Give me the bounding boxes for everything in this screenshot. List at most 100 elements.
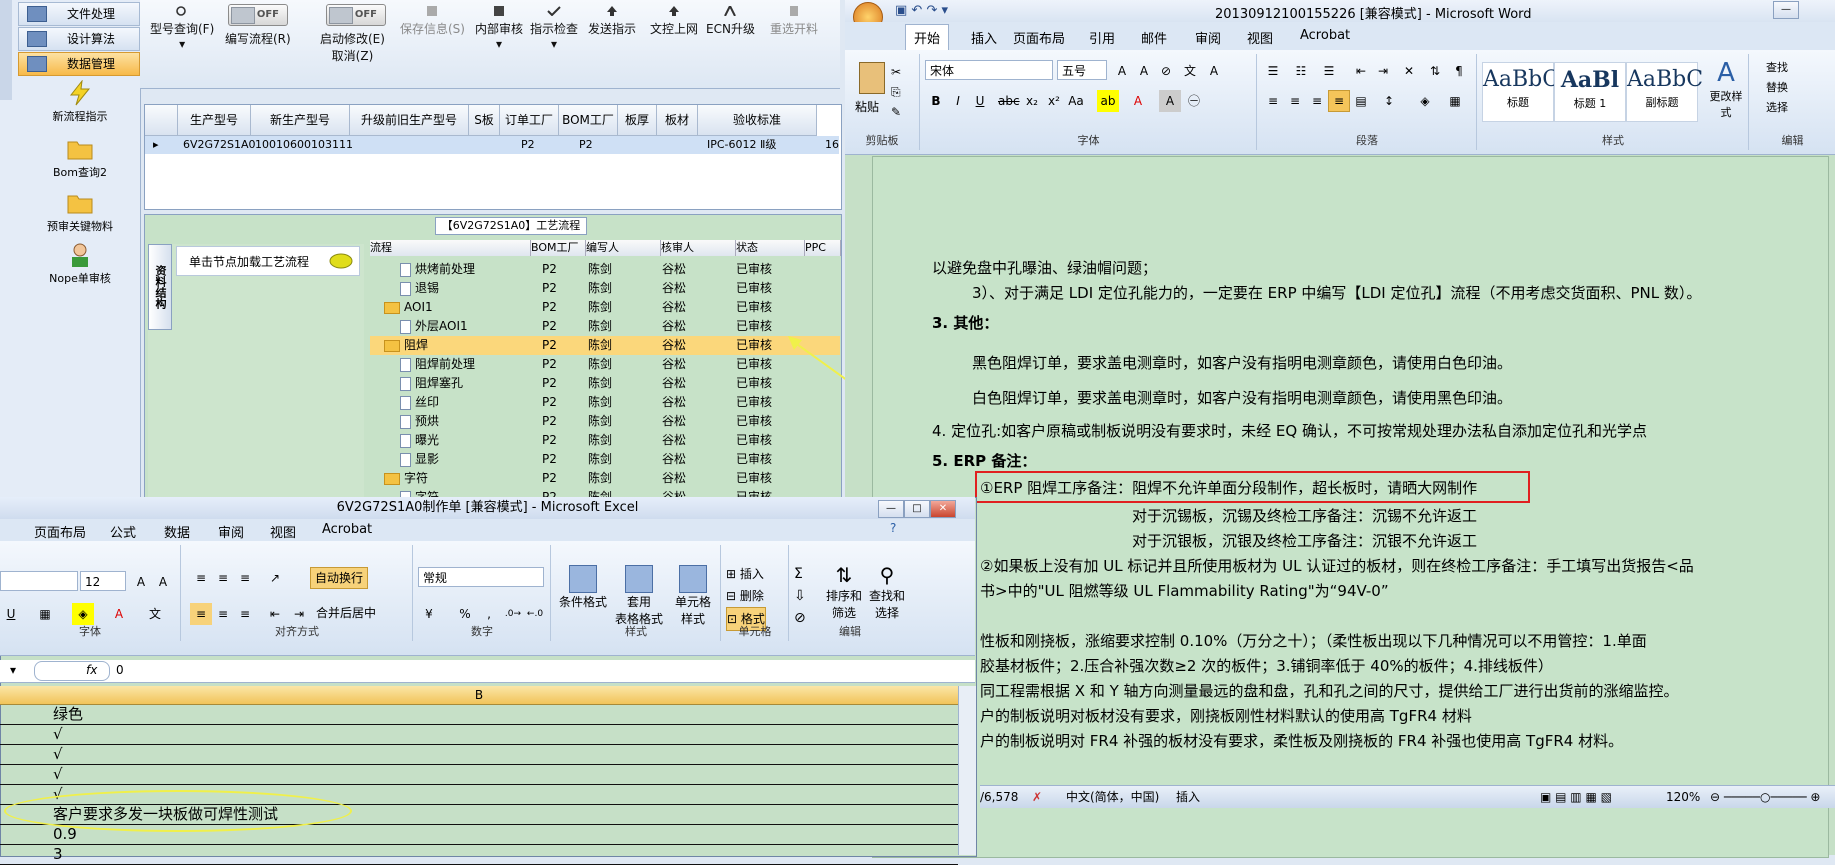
tree-row[interactable]: AOI1 P2 陈剑 谷松 已审核 — [370, 298, 840, 317]
decrease-indent-icon[interactable]: ⇤ — [1350, 60, 1372, 82]
tree-row[interactable]: 曝光 P2 陈剑 谷松 已审核 — [370, 431, 840, 450]
internal-review-button[interactable]: 内部审核 ▾ — [475, 6, 523, 51]
maximize-button[interactable]: □ — [904, 500, 930, 518]
new-flow-tool[interactable]: 新流程指示 — [38, 80, 122, 124]
vertical-scrollbar[interactable] — [958, 686, 976, 855]
bullets-icon[interactable]: ☰ — [1262, 60, 1284, 82]
font-name-box[interactable] — [0, 571, 78, 591]
sheet-row[interactable]: √ — [0, 745, 958, 765]
italic-icon[interactable]: I — [947, 90, 969, 112]
style-subtitle[interactable]: AaBbC 副标题 — [1626, 62, 1703, 122]
sum-icon[interactable]: Σ ⇩ ⊘ — [794, 563, 806, 629]
align-middle-icon[interactable]: ≡ — [212, 567, 234, 589]
numbering-icon[interactable]: ☷ — [1290, 60, 1312, 82]
tab-mailings[interactable]: 邮件 — [1141, 28, 1167, 47]
grid-header[interactable]: 板材 — [657, 105, 698, 136]
shrink-font-icon[interactable]: A — [152, 571, 174, 593]
minimize-button[interactable]: — — [1773, 1, 1799, 19]
shading-icon[interactable]: ◈ — [1414, 90, 1436, 112]
tab-data[interactable]: 数据 — [164, 522, 190, 541]
tree-header[interactable]: BOM工厂 — [531, 240, 586, 256]
align-center-icon[interactable]: ≡ — [212, 603, 234, 625]
strikethrough-icon[interactable]: abc — [997, 90, 1020, 112]
char-shading-icon[interactable]: A — [1159, 90, 1181, 112]
insert-button[interactable]: ⊞ 插入 — [726, 563, 766, 585]
percent-button[interactable]: % — [454, 603, 476, 625]
border-icon[interactable]: ▦ — [34, 603, 56, 625]
edit-flow-toggle[interactable]: OFF — [228, 4, 288, 26]
sheet-row[interactable]: 绿色 — [0, 705, 958, 725]
underline-icon[interactable]: U — [0, 603, 22, 625]
increase-indent-icon[interactable]: ⇥ — [1372, 60, 1394, 82]
function-box[interactable] — [34, 661, 110, 681]
tab-review[interactable]: 审阅 — [1195, 28, 1221, 47]
table-row[interactable]: ▸ 6V2G72S1A0 10010600103111 P2 P2 IPC-60… — [145, 136, 839, 154]
view-buttons[interactable]: ▣ ▤ ▥ ▦ ▧ — [1540, 786, 1612, 808]
quick-access-toolbar[interactable]: ▣ ↶ ↷ ▾ — [895, 3, 948, 18]
cancel-label[interactable]: 取消(Z) — [332, 49, 374, 63]
grid-header[interactable]: 升级前旧生产型号 — [350, 105, 469, 136]
find-select-button[interactable]: ⚲ 查找和 选择 — [866, 563, 908, 621]
help-icon[interactable]: ? — [890, 521, 896, 535]
highlight-icon[interactable]: ab — [1097, 90, 1119, 112]
sheet-row[interactable]: 3 — [0, 845, 958, 865]
formula-input[interactable]: 0 — [116, 663, 124, 677]
conditional-format-button[interactable]: 条件格式 — [558, 565, 608, 610]
model-query-button[interactable]: 型号查询(F) ▾ — [150, 6, 214, 51]
underline-icon[interactable]: U — [969, 90, 991, 112]
load-flow-hint[interactable]: 单击节点加载工艺流程 — [176, 246, 360, 276]
nope-review-tool[interactable]: Nope单审核 — [38, 242, 122, 286]
char-border-icon[interactable]: A — [1203, 60, 1225, 82]
font-color-icon[interactable]: A — [1127, 90, 1149, 112]
editing-buttons[interactable]: 查找 替换 选择 — [1766, 58, 1788, 118]
font-name-box[interactable]: 宋体 — [925, 60, 1053, 80]
tab-acrobat[interactable]: Acrobat — [1300, 28, 1350, 43]
font-color-icon[interactable]: A — [108, 603, 130, 625]
borders-icon[interactable]: ▦ — [1444, 90, 1466, 112]
clear-format-icon[interactable]: ⊘ — [1155, 60, 1177, 82]
asian-layout-icon[interactable]: ✕ — [1398, 60, 1420, 82]
decrease-indent-icon[interactable]: ⇤ — [264, 603, 286, 625]
style-heading1[interactable]: AaBl 标题 1 — [1554, 62, 1626, 122]
superscript-icon[interactable]: x² — [1043, 90, 1065, 112]
font-size-box[interactable]: 五号 — [1057, 60, 1107, 80]
find-button[interactable]: 查找 — [1766, 61, 1788, 74]
tree-row[interactable]: 预烘 P2 陈剑 谷松 已审核 — [370, 412, 840, 431]
enclosed-char-icon[interactable]: ㊀ — [1183, 90, 1205, 112]
line-spacing-icon[interactable]: ↕ — [1378, 90, 1400, 112]
tree-row[interactable]: 字符 P2 陈剑 谷松 已审核 — [370, 469, 840, 488]
minimize-button[interactable]: — — [878, 500, 904, 518]
align-left-icon[interactable]: ≡ — [190, 603, 212, 625]
tree-header[interactable]: PPC — [805, 240, 841, 256]
tree-row[interactable]: 阻焊前处理 P2 陈剑 谷松 已审核 — [370, 355, 840, 374]
tree-row[interactable]: 退锡 P2 陈剑 谷松 已审核 — [370, 279, 840, 298]
zoom-level[interactable]: 120% — [1666, 786, 1700, 808]
change-styles-button[interactable]: A 更改样式 — [1706, 58, 1746, 120]
nav-file-processing[interactable]: 文件处理 — [18, 2, 140, 26]
wrap-text-button[interactable]: 自动换行 — [310, 567, 369, 589]
text-upload-button[interactable]: 文控上网 — [650, 6, 698, 37]
grid-header[interactable]: 订单工厂 — [500, 105, 559, 136]
tree-header[interactable]: 核审人 — [661, 240, 736, 256]
tab-home[interactable]: 开始 — [905, 24, 950, 50]
paste-button[interactable]: 粘贴 — [855, 98, 879, 115]
font-size-box[interactable]: 12 — [80, 571, 126, 591]
tab-view[interactable]: 视图 — [270, 522, 296, 541]
justify-icon[interactable]: ≡ — [1328, 90, 1350, 112]
grid-header[interactable]: 生产型号 — [178, 105, 251, 136]
tab-page-layout[interactable]: 页面布局 — [1013, 28, 1065, 47]
increase-indent-icon[interactable]: ⇥ — [288, 603, 310, 625]
shrink-font-icon[interactable]: A — [1133, 60, 1155, 82]
phonetic-icon[interactable]: 文 — [144, 603, 166, 625]
select-button[interactable]: 选择 — [1766, 101, 1788, 114]
align-bottom-icon[interactable]: ≡ — [234, 567, 256, 589]
tab-page-layout[interactable]: 页面布局 — [34, 522, 86, 541]
fx-icon[interactable]: fx — [86, 663, 97, 677]
save-info-button[interactable]: 保存信息(S) — [400, 6, 465, 37]
proofing-icon[interactable]: ✗ — [1032, 786, 1042, 808]
send-instruction-button[interactable]: 发送指示 — [588, 6, 636, 37]
tab-view[interactable]: 视图 — [1247, 28, 1273, 47]
sheet-row[interactable]: √ — [0, 725, 958, 745]
instruction-check-button[interactable]: 指示检查 ▾ — [530, 6, 578, 51]
bom-query-tool[interactable]: Bom查询2 — [38, 136, 122, 180]
